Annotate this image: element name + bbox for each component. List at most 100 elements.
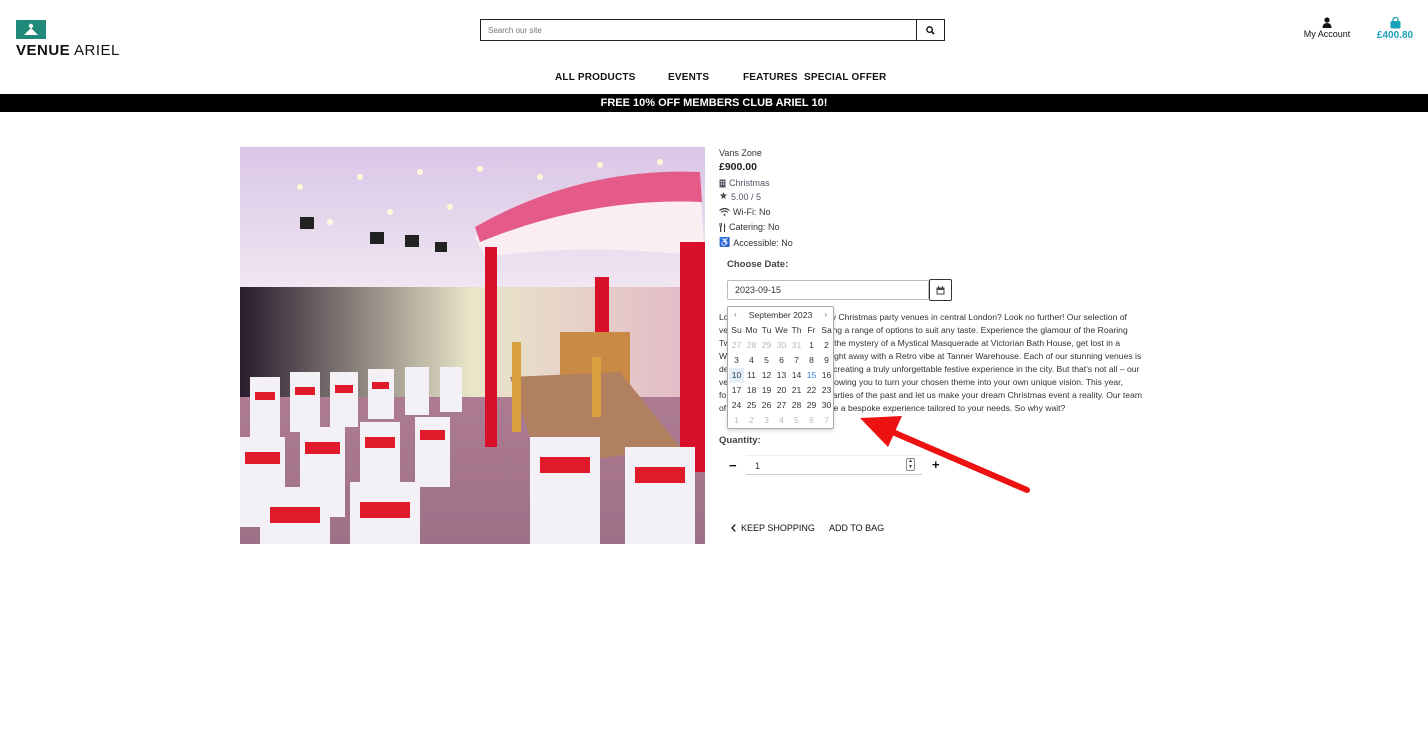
wheelchair-icon: ♿	[719, 237, 731, 247]
next-month-button[interactable]: ›	[824, 307, 827, 323]
datepicker-day[interactable]: 6	[804, 413, 819, 428]
product-price: £900.00	[719, 161, 757, 173]
datepicker-grid: Su Mo Tu We Th Fr Sa 27 28 29 30 31 1 2 3 4 5 6 7 8 9 10 11 12 1…	[729, 323, 833, 428]
logo-text-part2: ARIEL	[74, 42, 120, 59]
site-logo[interactable]: VENUE ARIEL	[16, 20, 120, 59]
datepicker-day[interactable]: 14	[789, 368, 804, 383]
nav-item-events[interactable]: EVENTS	[668, 72, 709, 83]
cart-link[interactable]: £400.80	[1372, 17, 1418, 41]
datepicker-day[interactable]: 15	[804, 368, 819, 383]
datepicker-day[interactable]: 7	[789, 353, 804, 368]
search-button[interactable]	[916, 19, 945, 41]
datepicker-day[interactable]: 31	[789, 338, 804, 353]
product-rating: ★ 5.00 / 5	[719, 191, 761, 202]
datepicker-day[interactable]: 29	[759, 338, 774, 353]
product-rating-value: 5.00 / 5	[730, 191, 761, 202]
datepicker-day[interactable]: 5	[759, 353, 774, 368]
datepicker-day[interactable]: 26	[759, 398, 774, 413]
nav-item-features[interactable]: FEATURES	[743, 72, 798, 83]
logo-text: VENUE ARIEL	[16, 42, 120, 59]
datepicker-day[interactable]: 30	[819, 398, 834, 413]
datepicker-day[interactable]: 16	[819, 368, 834, 383]
shopping-bag-icon	[1390, 17, 1400, 29]
my-account-label: My Account	[1303, 29, 1351, 39]
search-bar	[480, 19, 945, 41]
logo-mark	[16, 20, 46, 39]
logo-text-part1: VENUE	[16, 42, 71, 59]
datepicker-day[interactable]: 4	[774, 413, 789, 428]
datepicker-weekday: Fr	[807, 325, 816, 335]
quantity-label: Quantity:	[719, 435, 761, 446]
datepicker-day[interactable]: 21	[789, 383, 804, 398]
nav-item-special-offer[interactable]: SPECIAL OFFER	[804, 72, 886, 83]
annotation-arrow	[860, 416, 1030, 493]
feature-catering-label: Catering: No	[729, 222, 780, 232]
datepicker-day[interactable]: 6	[774, 353, 789, 368]
chevron-left-icon	[731, 524, 736, 532]
datepicker-day[interactable]: 13	[774, 368, 789, 383]
datepicker-header: ‹ September 2023 ›	[728, 307, 833, 323]
annotation-arrow-shaft	[885, 427, 1030, 493]
datepicker-day[interactable]: 12	[759, 368, 774, 383]
product-image	[240, 147, 705, 544]
utensils-icon	[719, 222, 726, 232]
choose-date-label: Choose Date:	[727, 259, 789, 270]
feature-wifi-label: Wi-Fi: No	[733, 207, 771, 217]
datepicker-day[interactable]: 17	[729, 383, 744, 398]
datepicker-day[interactable]: 28	[789, 398, 804, 413]
add-to-bag-button[interactable]: ADD TO BAG	[829, 523, 884, 533]
datepicker-day[interactable]: 9	[819, 353, 834, 368]
datepicker-day[interactable]: 7	[819, 413, 834, 428]
datepicker-day[interactable]: 25	[744, 398, 759, 413]
datepicker-day[interactable]: 19	[759, 383, 774, 398]
datepicker-day[interactable]: 2	[819, 338, 834, 353]
datepicker-weekday: Mo	[745, 325, 758, 335]
feature-accessible-label: Accessible: No	[733, 237, 793, 248]
main-nav: ALL PRODUCTS EVENTS FEATURES SPECIAL OFF…	[0, 72, 1428, 86]
calendar-button[interactable]	[929, 279, 952, 301]
quantity-decrement-button[interactable]: −	[729, 458, 737, 473]
user-icon	[1322, 17, 1332, 28]
datepicker-day[interactable]: 29	[804, 398, 819, 413]
datepicker-day[interactable]: 3	[729, 353, 744, 368]
search-icon	[926, 25, 935, 35]
prev-month-button[interactable]: ‹	[734, 307, 737, 323]
datepicker-day[interactable]: 27	[729, 338, 744, 353]
product-category[interactable]: Christmas	[719, 178, 770, 188]
my-account-link[interactable]: My Account	[1300, 17, 1354, 39]
feature-accessible: ♿ Accessible: No	[719, 237, 793, 248]
datepicker-popup: ‹ September 2023 › Su Mo Tu We Th Fr Sa 27 28 29 3…	[727, 306, 834, 429]
datepicker-day[interactable]: 8	[804, 353, 819, 368]
wifi-icon	[719, 208, 730, 216]
datepicker-day[interactable]: 3	[759, 413, 774, 428]
feature-wifi: Wi-Fi: No	[719, 207, 771, 217]
datepicker-day[interactable]: 24	[729, 398, 744, 413]
date-input[interactable]: 2023-09-15	[727, 280, 929, 300]
datepicker-weekday: We	[775, 325, 788, 335]
datepicker-day[interactable]: 28	[744, 338, 759, 353]
datepicker-day[interactable]: 4	[744, 353, 759, 368]
datepicker-day[interactable]: 23	[819, 383, 834, 398]
cart-total: £400.80	[1376, 30, 1414, 41]
datepicker-weekday: Sa	[821, 325, 832, 335]
datepicker-day[interactable]: 22	[804, 383, 819, 398]
datepicker-day[interactable]: 1	[729, 413, 744, 428]
nav-item-all-products[interactable]: ALL PRODUCTS	[555, 72, 636, 83]
datepicker-day[interactable]: 5	[789, 413, 804, 428]
datepicker-day[interactable]: 20	[774, 383, 789, 398]
datepicker-day[interactable]: 18	[744, 383, 759, 398]
datepicker-day[interactable]: 27	[774, 398, 789, 413]
datepicker-weekday: Th	[791, 325, 802, 335]
datepicker-day[interactable]: 30	[774, 338, 789, 353]
calendar-icon	[936, 285, 945, 294]
keep-shopping-button[interactable]: KEEP SHOPPING	[731, 523, 815, 533]
keep-shopping-label: KEEP SHOPPING	[741, 523, 815, 533]
search-input[interactable]	[480, 19, 916, 41]
star-icon: ★	[719, 191, 728, 202]
datepicker-day[interactable]: 1	[804, 338, 819, 353]
datepicker-day[interactable]: 10	[729, 368, 744, 383]
feature-catering: Catering: No	[719, 222, 780, 232]
datepicker-day[interactable]: 11	[744, 368, 759, 383]
datepicker-day[interactable]: 2	[744, 413, 759, 428]
datepicker-month-label[interactable]: September 2023	[749, 310, 813, 320]
